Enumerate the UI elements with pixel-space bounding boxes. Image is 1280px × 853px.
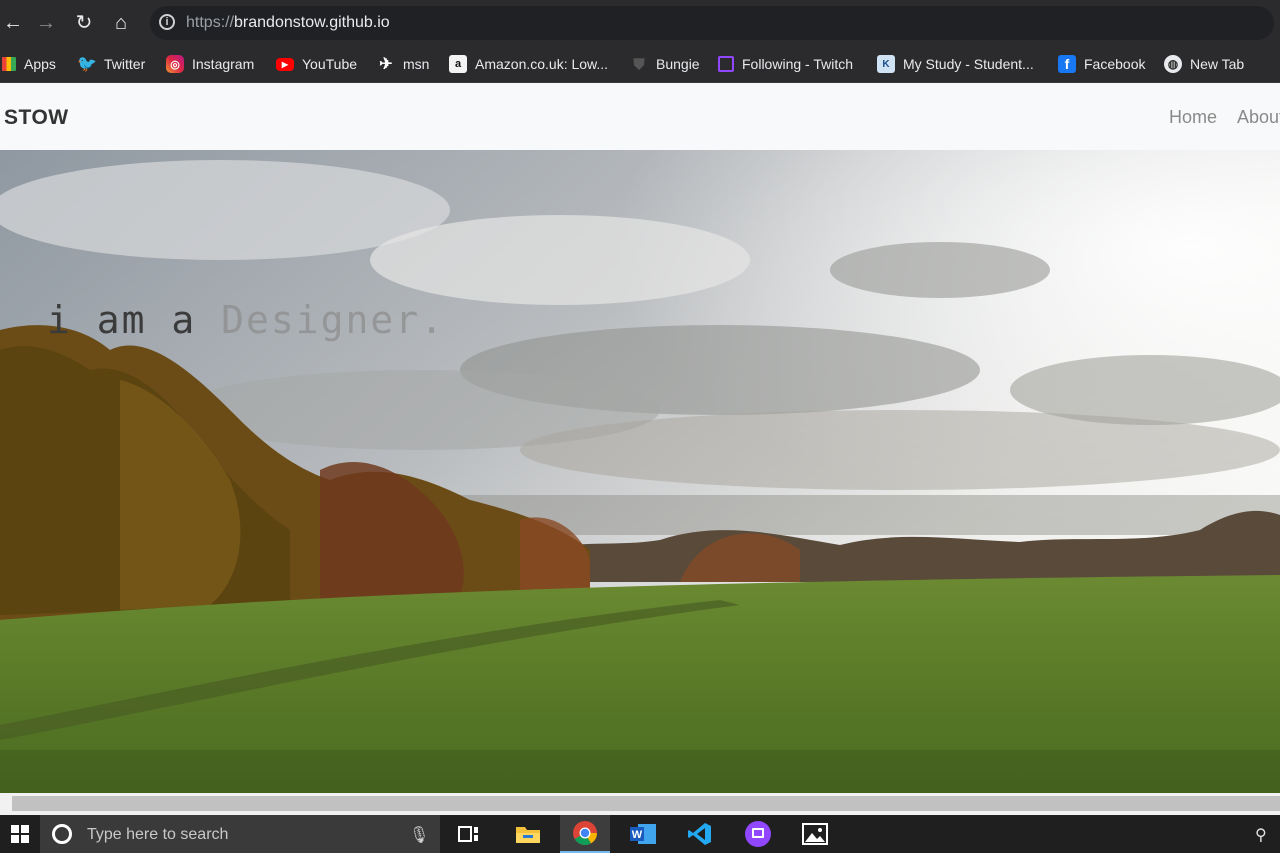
- globe-icon: ◍: [1164, 55, 1182, 73]
- photos-icon[interactable]: [790, 815, 840, 853]
- facebook-icon: f: [1058, 55, 1076, 73]
- bookmark-label: New Tab: [1190, 56, 1245, 72]
- task-view-icon[interactable]: [444, 815, 494, 853]
- url-text[interactable]: https://brandonstow.github.io: [186, 14, 390, 32]
- scrollbar-thumb[interactable]: [12, 796, 1280, 811]
- bookmark-label: Facebook: [1084, 56, 1146, 72]
- bungie-icon: ⛊: [633, 55, 645, 73]
- twitch-icon: [718, 56, 734, 72]
- hero-typing-text: i am a Designer.: [47, 298, 445, 342]
- bookmark-bungie[interactable]: ⛊ Bungie: [630, 53, 700, 75]
- web-page: STOW Home About i am a Designer.: [0, 83, 1280, 793]
- bookmark-msn[interactable]: ✈ msn: [377, 53, 429, 75]
- hero-landscape-image: [0, 150, 1280, 793]
- forward-icon[interactable]: →: [33, 10, 59, 36]
- bookmark-youtube[interactable]: ▶ YouTube: [276, 53, 357, 75]
- windows-logo-icon: [11, 825, 29, 843]
- bookmark-facebook[interactable]: f Facebook: [1058, 53, 1145, 75]
- hero-text-faded: Designer.: [221, 298, 446, 342]
- study-icon: K: [877, 55, 895, 73]
- bookmark-label: Following - Twitch: [742, 56, 854, 72]
- bookmark-label: Amazon.co.uk: Low...: [475, 56, 609, 72]
- bookmark-mystudy[interactable]: K My Study - Student...: [877, 53, 1034, 75]
- bookmarks-bar: Apps 🐦 Twitter ◎ Instagram ▶ YouTube ✈ m…: [0, 46, 1280, 83]
- bookmark-instagram[interactable]: ◎ Instagram: [166, 53, 254, 75]
- nav-link-about[interactable]: About: [1237, 107, 1280, 128]
- twitter-icon: 🐦: [77, 56, 97, 73]
- svg-text:W: W: [632, 829, 643, 841]
- back-icon[interactable]: ←: [0, 10, 26, 36]
- youtube-icon: ▶: [276, 57, 294, 71]
- bookmark-label: My Study - Student...: [903, 56, 1034, 72]
- search-placeholder[interactable]: Type here to search: [87, 826, 228, 844]
- home-icon[interactable]: ⌂: [108, 10, 134, 36]
- instagram-icon: ◎: [166, 55, 184, 73]
- bookmark-label: Twitter: [104, 56, 146, 72]
- browser-toolbar: ← → ↻ ⌂ i https://brandonstow.github.io: [0, 0, 1280, 46]
- microphone-icon[interactable]: 🎙: [409, 825, 429, 844]
- start-button[interactable]: [0, 815, 40, 853]
- hero-banner: i am a Designer.: [0, 150, 1280, 793]
- hero-text-main: i am a: [47, 298, 222, 342]
- bookmark-label: Bungie: [656, 56, 700, 72]
- bookmark-amazon[interactable]: a Amazon.co.uk: Low...: [449, 53, 608, 75]
- url-scheme: https://: [186, 14, 235, 31]
- site-brand[interactable]: STOW: [4, 106, 69, 130]
- bookmark-apps[interactable]: Apps: [2, 53, 56, 75]
- msn-icon: ✈: [379, 56, 393, 73]
- windows-taskbar: Type here to search 🎙 W ⚲: [0, 815, 1280, 853]
- file-explorer-icon[interactable]: [503, 815, 553, 853]
- word-icon[interactable]: W: [618, 815, 668, 853]
- chrome-icon[interactable]: [560, 815, 610, 853]
- vscode-icon[interactable]: [675, 815, 725, 853]
- nav-link-home[interactable]: Home: [1169, 107, 1217, 128]
- amazon-icon: a: [449, 55, 467, 73]
- bookmark-label: Instagram: [192, 56, 255, 72]
- twitch-app-icon[interactable]: [733, 815, 783, 853]
- bookmark-label: msn: [403, 56, 430, 72]
- bookmark-label: Apps: [24, 56, 56, 72]
- bookmark-newtab[interactable]: ◍ New Tab: [1164, 53, 1244, 75]
- bookmark-twitch[interactable]: Following - Twitch: [718, 53, 853, 75]
- site-navbar: STOW Home About: [0, 83, 1280, 150]
- cortana-icon[interactable]: [52, 824, 72, 844]
- bookmark-twitter[interactable]: 🐦 Twitter: [77, 53, 146, 75]
- site-info-icon[interactable]: i: [159, 14, 175, 30]
- people-icon[interactable]: ⚲: [1255, 825, 1267, 845]
- reload-icon[interactable]: ↻: [71, 10, 97, 36]
- apps-grid-icon: [2, 57, 16, 71]
- bookmark-label: YouTube: [302, 56, 358, 72]
- url-host: brandonstow.github.io: [234, 14, 390, 31]
- horizontal-scrollbar[interactable]: [0, 793, 1280, 815]
